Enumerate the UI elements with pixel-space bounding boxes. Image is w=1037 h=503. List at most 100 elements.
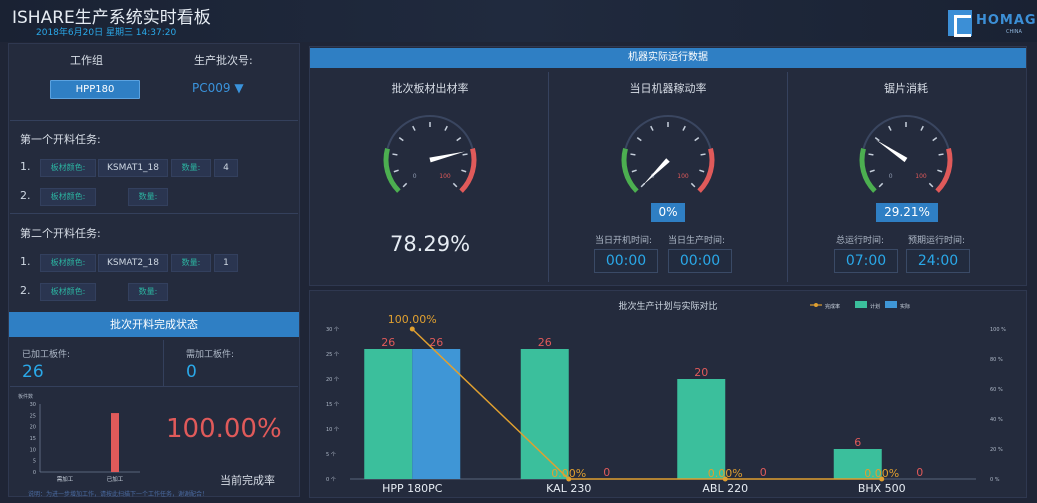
rate-label: 100.00% bbox=[388, 313, 437, 326]
gauge-min-label: 0 bbox=[889, 173, 893, 180]
chart-title: 批次生产计划与实际对比 bbox=[618, 300, 717, 312]
gauge-tick bbox=[868, 153, 874, 156]
gauge-mid-band bbox=[386, 115, 474, 149]
gauge-tick bbox=[928, 182, 934, 188]
y-left-tick: 10 个 bbox=[326, 427, 339, 433]
gauge-tick bbox=[694, 137, 700, 142]
mini-y-tick: 5 bbox=[33, 459, 36, 465]
gauge-tick bbox=[682, 125, 686, 131]
rate-label: 0.00% bbox=[708, 467, 743, 480]
gauge-needle bbox=[429, 151, 465, 163]
plan-bar bbox=[677, 379, 726, 479]
gauge-tick bbox=[444, 125, 448, 131]
gauge-tick bbox=[392, 153, 398, 156]
task2-title: 第二个开料任务: bbox=[20, 227, 101, 240]
plan-bar-label: 6 bbox=[854, 436, 861, 449]
batch-select[interactable]: PC009 ▼ bbox=[192, 81, 244, 95]
saw-blade-gauge: 0 100 bbox=[859, 115, 953, 193]
gauge-tick bbox=[869, 169, 875, 173]
legend-swatch bbox=[814, 303, 818, 307]
mini-bar bbox=[111, 413, 119, 472]
legend-label: 完成率 bbox=[825, 303, 840, 310]
plan-bar-label: 20 bbox=[694, 366, 708, 379]
rate-label: 0.00% bbox=[864, 467, 899, 480]
y-left-tick: 15 个 bbox=[326, 402, 339, 408]
gauge-tick bbox=[888, 125, 892, 131]
gauge-needle bbox=[876, 139, 908, 163]
gauge-tick bbox=[636, 137, 642, 142]
machine-section-title: 机器实际运行数据 bbox=[310, 48, 1026, 68]
task1-title: 第一个开料任务: bbox=[20, 133, 101, 146]
task1-row1-qty-label: 数量: bbox=[171, 159, 211, 177]
mini-y-tick: 30 bbox=[30, 402, 36, 408]
legend-label: 计划 bbox=[870, 303, 880, 310]
gauge-tick bbox=[412, 125, 416, 131]
gauge2-time2-value: 00:00 bbox=[668, 249, 732, 273]
task1-row2-color-label: 板材颜色: bbox=[40, 188, 96, 206]
actual-bar-label: 0 bbox=[916, 466, 923, 479]
gauge1-value: 78.29% bbox=[389, 232, 471, 256]
task2-row1-qty-value: 1 bbox=[214, 254, 238, 272]
y-right-tick: 40 % bbox=[990, 417, 1003, 423]
gauge3-time1-value: 07:00 bbox=[834, 249, 898, 273]
y-left-tick: 20 个 bbox=[326, 377, 339, 383]
processed-label: 已加工板件: bbox=[22, 350, 71, 360]
legend-swatch bbox=[855, 301, 867, 308]
to-process-value: 0 bbox=[186, 362, 197, 382]
gauge2-time1-label: 当日开机时间: bbox=[595, 236, 653, 246]
x-tick-label: HPP 180PC bbox=[382, 482, 443, 495]
gauge-tick bbox=[937, 169, 943, 173]
task1-row1-color-label: 板材颜色: bbox=[40, 159, 96, 177]
divider bbox=[163, 340, 164, 386]
gauge-tick bbox=[452, 182, 458, 188]
plan-bar bbox=[520, 349, 569, 479]
gauge-tick bbox=[874, 137, 880, 142]
y-right-tick: 20 % bbox=[990, 447, 1003, 453]
y-right-tick: 100 % bbox=[990, 327, 1006, 333]
batch-label: 生产批次号: bbox=[194, 54, 253, 67]
task1-row1-index: 1. bbox=[20, 160, 31, 173]
homag-logo: HOMAG CHINA bbox=[948, 10, 1036, 37]
mini-y-tick: 20 bbox=[30, 425, 36, 431]
gauge-max-label: 100 bbox=[677, 173, 689, 180]
plan-bar bbox=[364, 349, 413, 479]
task2-row2-color-label: 板材颜色: bbox=[40, 283, 96, 301]
divider bbox=[10, 120, 298, 121]
mini-y-tick: 10 bbox=[30, 447, 36, 453]
gauge3-time2-label: 预期运行时间: bbox=[908, 236, 966, 246]
gauge-tick bbox=[878, 182, 884, 188]
mini-y-tick: 0 bbox=[33, 470, 36, 476]
gauge-mid-band bbox=[624, 115, 712, 149]
gauge-mid-band bbox=[862, 115, 950, 149]
gauge-tick bbox=[630, 153, 636, 156]
divider bbox=[548, 72, 549, 282]
to-process-label: 需加工板件: bbox=[186, 350, 235, 360]
gauge-tick bbox=[700, 153, 706, 156]
mini-y-tick: 25 bbox=[30, 413, 36, 419]
task1-row2-qty-label: 数量: bbox=[128, 188, 168, 206]
plan-bar-label: 26 bbox=[381, 336, 395, 349]
task1-row2-index: 2. bbox=[20, 189, 31, 202]
gauge2-time1-value: 00:00 bbox=[594, 249, 658, 273]
plan-vs-actual-chart: 批次生产计划与实际对比 完成率 计划 实际 0 个 5 个 10 个 15 个 20 个 25 个… bbox=[326, 300, 1006, 495]
actual-bar-label: 0 bbox=[760, 466, 767, 479]
y-right-tick: 60 % bbox=[990, 387, 1003, 393]
gauge-needle bbox=[642, 158, 670, 186]
legend-swatch bbox=[885, 301, 897, 308]
gauge2-title: 当日机器稼动率 bbox=[629, 82, 707, 95]
completion-mini-chart: 板件数 0 5 10 15 20 25 30 需加工 已加工 bbox=[18, 393, 140, 483]
gauge-tick bbox=[938, 153, 944, 156]
rate-label: 0.00% bbox=[551, 467, 586, 480]
task1-row1-color-value: KSMAT1_18 bbox=[98, 159, 168, 177]
workgroup-button[interactable]: HPP180 bbox=[50, 80, 140, 99]
x-tick-label: BHX 500 bbox=[858, 482, 906, 495]
gauge-tick bbox=[690, 182, 696, 188]
gauge1-title: 批次板材出材率 bbox=[391, 82, 469, 95]
y-left-tick: 25 个 bbox=[326, 352, 339, 358]
y-left-tick: 30 个 bbox=[326, 327, 339, 333]
task2-row1-qty-label: 数量: bbox=[171, 254, 211, 272]
gauge2-value: 0% bbox=[651, 203, 685, 222]
y-left-tick: 5 个 bbox=[326, 452, 336, 458]
gauge3-time1-label: 总运行时间: bbox=[836, 236, 885, 246]
gauge-tick bbox=[462, 153, 468, 156]
